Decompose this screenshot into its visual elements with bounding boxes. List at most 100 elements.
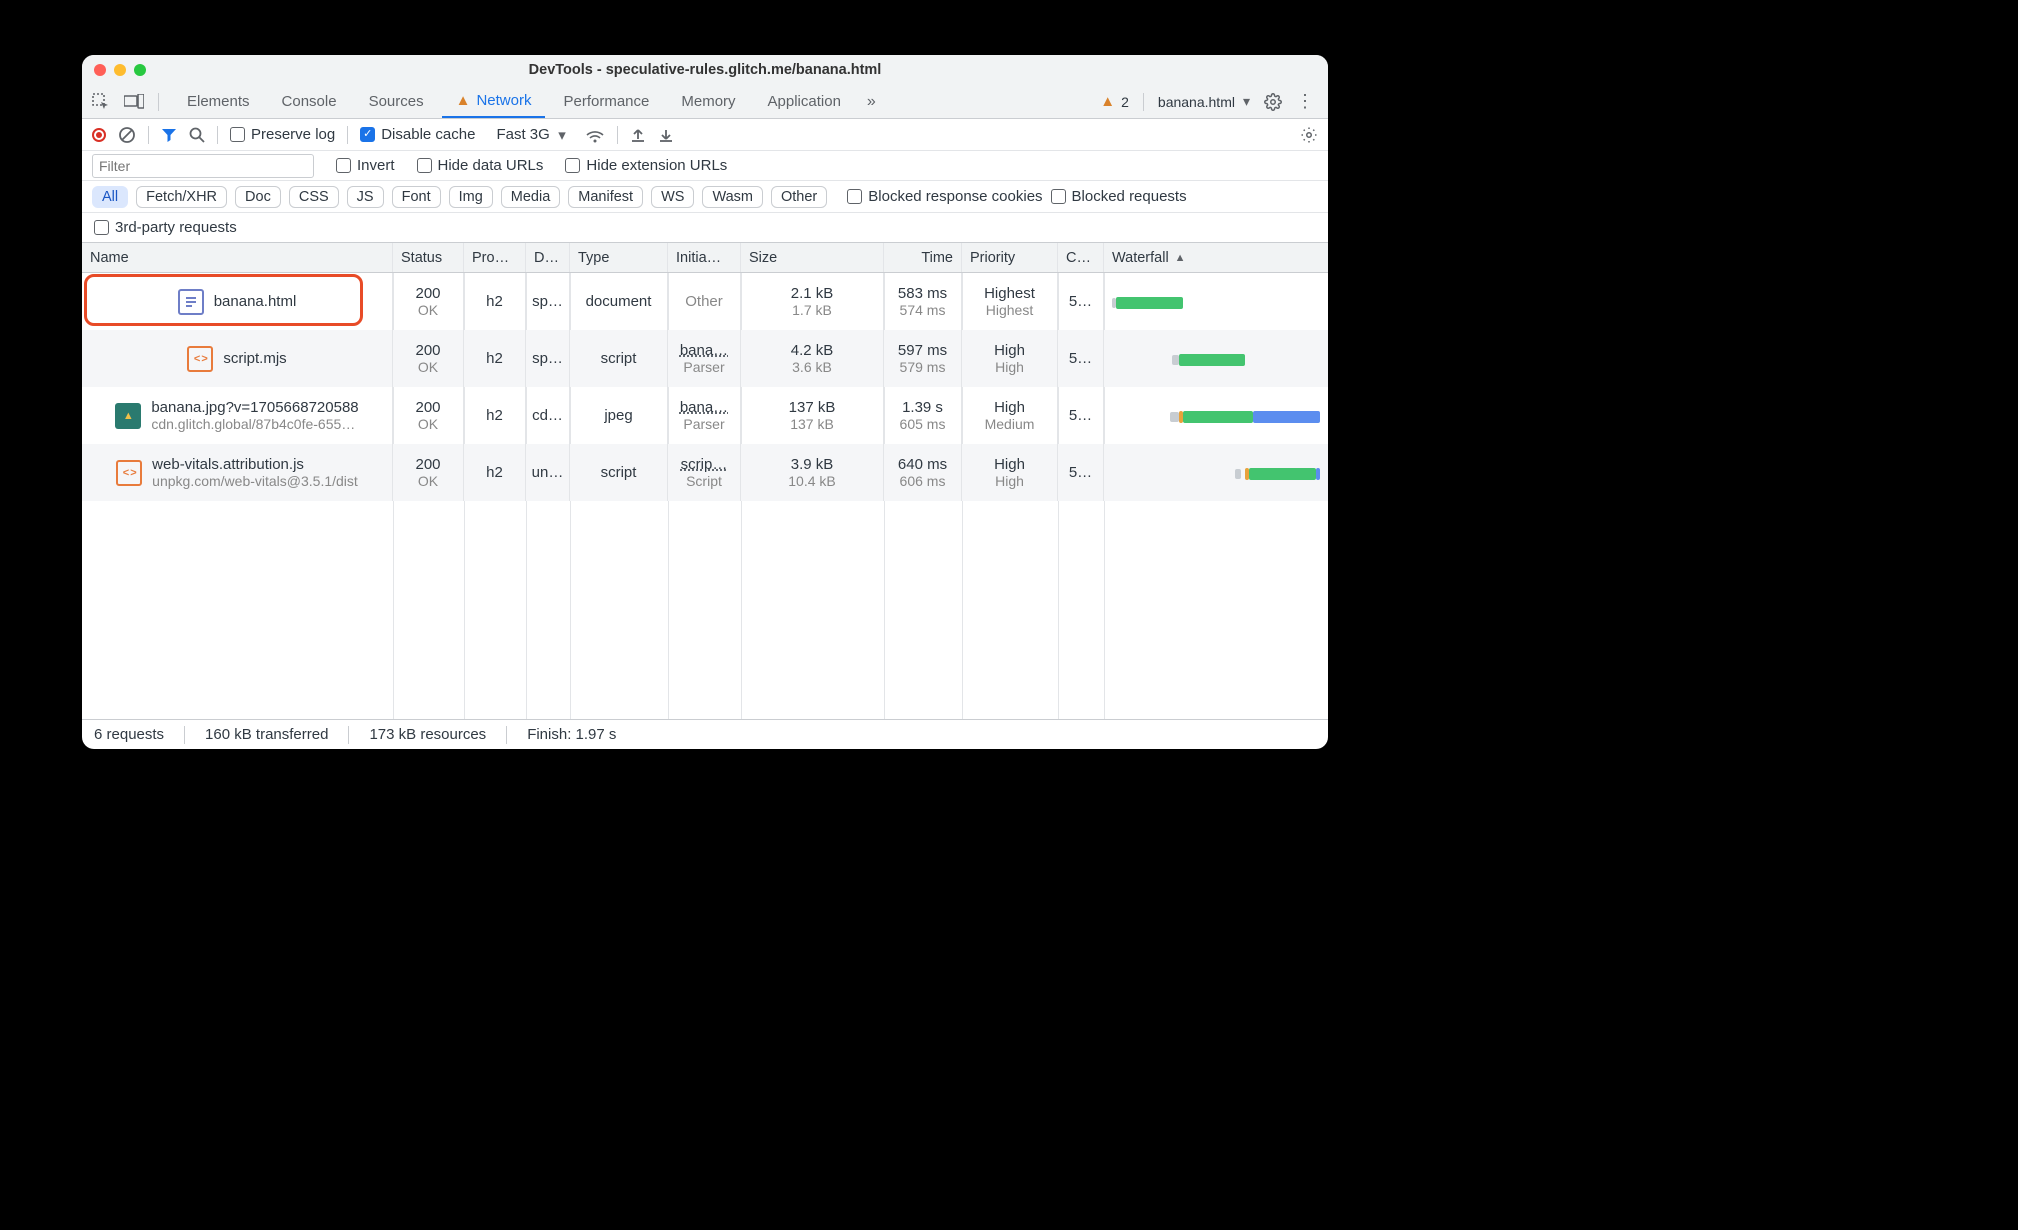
filter-input[interactable] — [92, 154, 314, 178]
disable-cache-checkbox[interactable]: Disable cache — [360, 126, 475, 143]
time-latency: 606 ms — [900, 473, 946, 489]
preserve-log-checkbox[interactable]: Preserve log — [230, 126, 335, 143]
request-name: banana.jpg?v=1705668720588 — [151, 399, 358, 416]
network-settings-icon[interactable] — [1300, 126, 1318, 144]
th-waterfall[interactable]: Waterfall▲ — [1104, 243, 1328, 272]
th-priority[interactable]: Priority — [962, 243, 1058, 272]
throttle-selector[interactable]: Fast 3G — [487, 123, 572, 146]
invert-checkbox[interactable]: Invert — [336, 157, 395, 174]
type-wasm[interactable]: Wasm — [702, 186, 763, 208]
network-table: Name Status Pro… D… Type Initia… Size Ti… — [82, 243, 1328, 719]
th-time[interactable]: Time — [884, 243, 962, 272]
initiator[interactable]: bana… — [680, 399, 728, 416]
context-selector[interactable]: banana.html — [1158, 93, 1250, 110]
status-code: 200 — [415, 399, 440, 416]
th-connection[interactable]: C… — [1058, 243, 1104, 272]
minimize-window-button[interactable] — [114, 64, 126, 76]
warning-count: 2 — [1121, 94, 1129, 110]
download-har-icon[interactable] — [658, 127, 674, 143]
th-status[interactable]: Status — [393, 243, 464, 272]
js-icon — [116, 460, 142, 486]
protocol: h2 — [486, 407, 503, 424]
tab-elements[interactable]: Elements — [173, 85, 264, 118]
size: 2.1 kB — [791, 285, 834, 302]
table-row[interactable]: script.mjs 200OK h2 sp… script bana…Pars… — [82, 330, 1328, 387]
type-css[interactable]: CSS — [289, 186, 339, 208]
tab-label: Sources — [369, 93, 424, 110]
blocked-cookies-checkbox[interactable]: Blocked response cookies — [847, 188, 1042, 205]
kebab-menu-icon[interactable]: ⋮ — [1296, 91, 1314, 112]
status-text: OK — [418, 359, 438, 375]
status-text: OK — [418, 473, 438, 489]
tab-label: Memory — [681, 93, 735, 110]
table-row[interactable]: banana.html 200OK h2 sp… document Other … — [82, 273, 1328, 330]
filter-icon[interactable] — [161, 127, 177, 143]
clear-icon[interactable] — [118, 126, 136, 144]
blocked-requests-checkbox[interactable]: Blocked requests — [1051, 188, 1187, 205]
more-tabs-icon[interactable]: » — [859, 93, 884, 111]
initiator-type: Parser — [683, 359, 724, 375]
table-row[interactable]: banana.jpg?v=1705668720588cdn.glitch.glo… — [82, 387, 1328, 444]
tab-label: Console — [282, 93, 337, 110]
panel-tabs: Elements Console Sources ▲Network Perfor… — [82, 85, 1328, 119]
type-all[interactable]: All — [92, 186, 128, 208]
priority-initial: High — [995, 359, 1024, 375]
priority-initial: Highest — [986, 302, 1033, 318]
type-manifest[interactable]: Manifest — [568, 186, 643, 208]
initiator[interactable]: bana… — [680, 342, 728, 359]
hide-extension-urls-checkbox[interactable]: Hide extension URLs — [565, 157, 727, 174]
status-bar: 6 requests 160 kB transferred 173 kB res… — [82, 719, 1328, 749]
issues-button[interactable]: ▲2 — [1100, 93, 1129, 110]
type-ws[interactable]: WS — [651, 186, 694, 208]
tab-memory[interactable]: Memory — [667, 85, 749, 118]
tab-network[interactable]: ▲Network — [442, 85, 546, 118]
status-requests: 6 requests — [94, 726, 164, 743]
upload-har-icon[interactable] — [630, 127, 646, 143]
network-conditions-icon[interactable] — [585, 127, 605, 143]
priority: Highest — [984, 285, 1035, 302]
divider — [158, 93, 159, 111]
tab-application[interactable]: Application — [754, 85, 855, 118]
tab-performance[interactable]: Performance — [549, 85, 663, 118]
checkbox-label: Invert — [357, 157, 395, 174]
status-transferred: 160 kB transferred — [205, 726, 328, 743]
type-doc[interactable]: Doc — [235, 186, 281, 208]
tab-console[interactable]: Console — [268, 85, 351, 118]
th-protocol[interactable]: Pro… — [464, 243, 526, 272]
th-domain[interactable]: D… — [526, 243, 570, 272]
device-toolbar-icon[interactable] — [124, 94, 144, 110]
type-media[interactable]: Media — [501, 186, 561, 208]
tab-sources[interactable]: Sources — [355, 85, 438, 118]
time: 1.39 s — [902, 399, 943, 416]
checkbox-icon — [847, 189, 862, 204]
request-domain: unpkg.com/web-vitals@3.5.1/dist — [152, 473, 358, 489]
type-js[interactable]: JS — [347, 186, 384, 208]
type-font[interactable]: Font — [392, 186, 441, 208]
type-img[interactable]: Img — [449, 186, 493, 208]
type-other[interactable]: Other — [771, 186, 827, 208]
close-window-button[interactable] — [94, 64, 106, 76]
settings-icon[interactable] — [1264, 93, 1282, 111]
th-size[interactable]: Size — [741, 243, 884, 272]
record-button[interactable] — [92, 128, 106, 142]
hide-data-urls-checkbox[interactable]: Hide data URLs — [417, 157, 544, 174]
table-row[interactable]: web-vitals.attribution.jsunpkg.com/web-v… — [82, 444, 1328, 501]
search-icon[interactable] — [189, 127, 205, 143]
type-fetch[interactable]: Fetch/XHR — [136, 186, 227, 208]
th-initiator[interactable]: Initia… — [668, 243, 741, 272]
chevron-down-icon — [1239, 93, 1250, 110]
doc-icon — [178, 289, 204, 315]
request-name: script.mjs — [223, 350, 286, 367]
domain: cd… — [532, 407, 563, 424]
request-domain: cdn.glitch.global/87b4c0fe-655… — [151, 416, 358, 432]
th-type[interactable]: Type — [570, 243, 668, 272]
zoom-window-button[interactable] — [134, 64, 146, 76]
third-party-checkbox[interactable]: 3rd-party requests — [94, 219, 237, 236]
type: jpeg — [604, 407, 632, 424]
th-name[interactable]: Name — [82, 243, 393, 272]
initiator[interactable]: scrip… — [681, 456, 728, 473]
size-uncompressed: 137 kB — [790, 416, 834, 432]
devtools-window: DevTools - speculative-rules.glitch.me/b… — [82, 55, 1328, 749]
time: 597 ms — [898, 342, 947, 359]
inspect-element-icon[interactable] — [92, 93, 110, 111]
